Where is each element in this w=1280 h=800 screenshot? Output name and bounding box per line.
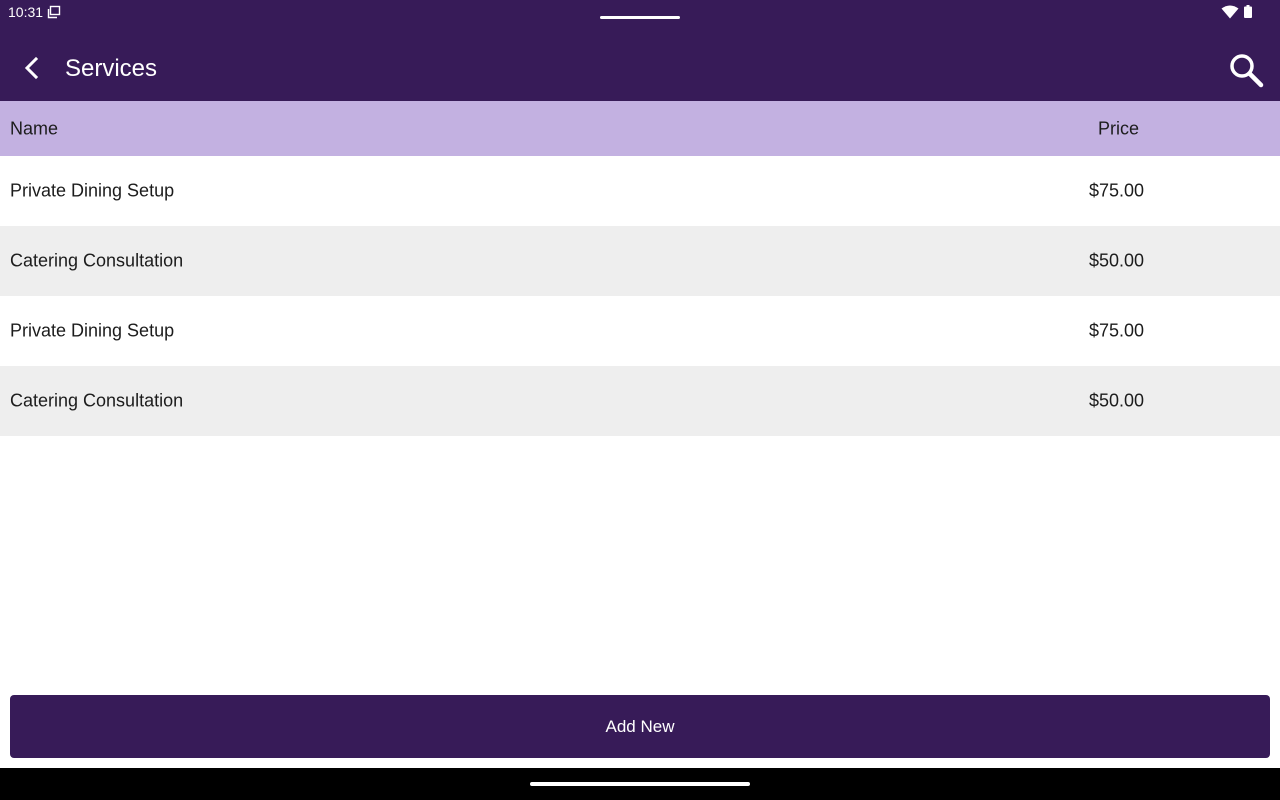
- screen-icon: [47, 5, 61, 19]
- navigation-bar: [0, 768, 1280, 800]
- service-name: Private Dining Setup: [10, 180, 175, 201]
- service-price: $50.00: [1088, 390, 1144, 411]
- table-row[interactable]: Private Dining Setup $75.00: [0, 296, 1280, 366]
- service-price: $75.00: [1088, 180, 1144, 201]
- search-button[interactable]: [1222, 46, 1270, 94]
- service-name: Private Dining Setup: [10, 320, 175, 341]
- add-new-button[interactable]: Add New: [10, 695, 1270, 758]
- search-icon: [1230, 54, 1264, 88]
- service-name: Catering Consultation: [10, 390, 184, 411]
- service-price: $50.00: [1088, 250, 1144, 271]
- table-row[interactable]: Private Dining Setup $75.00: [0, 156, 1280, 226]
- status-time: 10:31: [8, 4, 44, 20]
- column-header-price: Price: [1097, 118, 1139, 138]
- column-header-name: Name: [10, 118, 59, 138]
- home-handle[interactable]: [530, 782, 750, 786]
- service-name: Catering Consultation: [10, 250, 184, 271]
- app-bar: Services: [0, 36, 1280, 101]
- wifi-icon: [1221, 5, 1239, 19]
- table-header: Name Price: [0, 101, 1280, 156]
- back-button[interactable]: [12, 48, 52, 88]
- top-handle: [600, 16, 680, 19]
- table-row[interactable]: Catering Consultation $50.00: [0, 226, 1280, 296]
- battery-icon: [1244, 5, 1252, 18]
- status-bar: 10:31: [0, 0, 1280, 36]
- services-list: Private Dining Setup $75.00 Catering Con…: [0, 156, 1280, 436]
- service-price: $75.00: [1088, 320, 1144, 341]
- table-row[interactable]: Catering Consultation $50.00: [0, 366, 1280, 436]
- back-arrow-icon: [24, 56, 39, 80]
- page-title: Services: [65, 55, 158, 82]
